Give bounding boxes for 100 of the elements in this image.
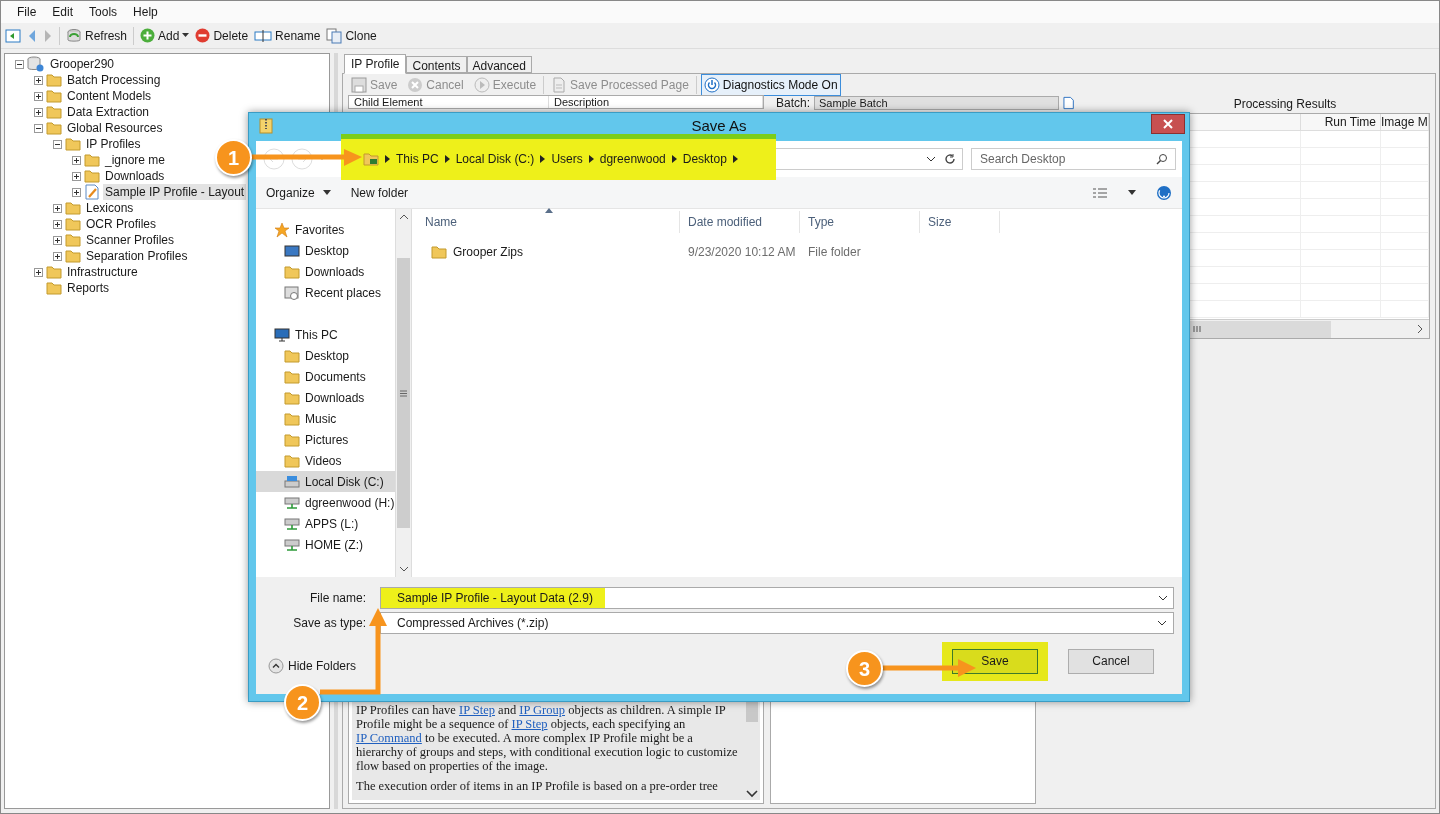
- tree-item[interactable]: Global Resources: [65, 120, 165, 136]
- expand-icon[interactable]: [72, 155, 81, 165]
- breadcrumb[interactable]: This PC: [396, 150, 439, 168]
- help-icon[interactable]: [1156, 184, 1172, 201]
- tree-item[interactable]: _ignore me: [103, 152, 168, 168]
- nav-item[interactable]: Music: [256, 408, 395, 429]
- dialog-button[interactable]: Save: [952, 648, 1038, 674]
- chevron-right-icon[interactable]: [540, 155, 546, 163]
- column-header[interactable]: Child Element: [349, 96, 549, 108]
- tree-item[interactable]: Batch Processing: [65, 72, 163, 88]
- nav-group[interactable]: This PC: [295, 325, 338, 344]
- expand-icon[interactable]: [53, 203, 62, 213]
- file-name[interactable]: Grooper Zips: [453, 243, 524, 261]
- chevron-right-icon[interactable]: [671, 155, 677, 163]
- column-header[interactable]: Type: [800, 211, 920, 233]
- chevron-right-icon[interactable]: [732, 155, 738, 163]
- save-as-type-dropdown[interactable]: Compressed Archives (*.zip): [380, 612, 1174, 634]
- tab[interactable]: IP Profile: [344, 54, 407, 74]
- nav-item[interactable]: APPS (L:): [256, 513, 395, 534]
- chevron-right-icon[interactable]: [444, 155, 450, 163]
- menu-item[interactable]: File: [9, 3, 45, 21]
- link[interactable]: IP Group: [519, 703, 565, 717]
- clone-button[interactable]: Clone: [326, 26, 377, 45]
- window-icon[interactable]: [5, 27, 21, 44]
- search-field[interactable]: Search Desktop: [971, 148, 1176, 170]
- expand-icon[interactable]: [53, 251, 62, 261]
- expand-icon[interactable]: [34, 267, 43, 277]
- tab[interactable]: Contents: [406, 56, 467, 73]
- tree-item[interactable]: IP Profiles: [84, 136, 143, 152]
- toolbar-button[interactable]: New folder: [350, 183, 409, 202]
- expand-icon[interactable]: [72, 187, 81, 197]
- nav-item[interactable]: Documents: [256, 366, 395, 387]
- tree-item[interactable]: Content Models: [65, 88, 154, 104]
- nav-group[interactable]: Favorites: [295, 220, 345, 239]
- link[interactable]: IP Step: [459, 703, 495, 717]
- add-button[interactable]: Add: [140, 26, 190, 45]
- toolbar-button[interactable]: Organize: [266, 183, 331, 202]
- power-button[interactable]: Diagnostics Mode On: [700, 73, 841, 96]
- chevron-right-icon[interactable]: [588, 155, 594, 163]
- nav-item[interactable]: dgreenwood (H:): [256, 492, 395, 513]
- tab[interactable]: Advanced: [466, 56, 532, 73]
- column-header[interactable]: Description: [549, 96, 763, 108]
- nav-item[interactable]: Recent places: [256, 282, 395, 303]
- column-header[interactable]: Date modified: [680, 211, 800, 233]
- menu-item[interactable]: Help: [125, 3, 166, 21]
- expand-icon[interactable]: [34, 107, 43, 117]
- scrollbar[interactable]: [395, 209, 412, 577]
- tree-item[interactable]: Downloads: [103, 168, 167, 184]
- refresh-icon[interactable]: [944, 153, 956, 165]
- tree-item[interactable]: Grooper290: [48, 56, 117, 72]
- breadcrumb[interactable]: dgreenwood: [599, 150, 666, 168]
- nav-item[interactable]: Downloads: [256, 387, 395, 408]
- tree-item[interactable]: Scanner Profiles: [84, 232, 177, 248]
- nav-item[interactable]: Downloads: [256, 261, 395, 282]
- document-icon[interactable]: [1062, 96, 1074, 110]
- expand-icon[interactable]: [34, 91, 43, 101]
- chevron-right-icon[interactable]: [1415, 323, 1425, 335]
- collapse-icon[interactable]: [34, 123, 43, 133]
- tree-item[interactable]: Separation Profiles: [84, 248, 190, 264]
- scrollbar[interactable]: [743, 700, 760, 800]
- search-icon[interactable]: [1156, 153, 1168, 165]
- breadcrumb[interactable]: Desktop: [682, 150, 727, 168]
- tree-item[interactable]: Data Extraction: [65, 104, 152, 120]
- nav-item[interactable]: Desktop: [256, 345, 395, 366]
- nav-item[interactable]: Pictures: [256, 429, 395, 450]
- delete-button[interactable]: Delete: [195, 26, 249, 45]
- nav-item[interactable]: Desktop: [256, 240, 395, 261]
- menu-item[interactable]: Tools: [81, 3, 126, 21]
- nav-item[interactable]: Videos: [256, 450, 395, 471]
- refresh-button[interactable]: Refresh: [66, 26, 128, 45]
- nav-item[interactable]: Local Disk (C:): [256, 471, 395, 492]
- chevron-up-icon[interactable]: [398, 213, 409, 221]
- column-header[interactable]: Name: [417, 211, 680, 233]
- link[interactable]: IP Step: [511, 717, 548, 731]
- tree-item[interactable]: Reports: [65, 280, 112, 296]
- batch-dropdown[interactable]: Sample Batch: [814, 96, 1059, 110]
- dialog-button[interactable]: Cancel: [1068, 648, 1154, 674]
- column-header[interactable]: Image M: [1381, 115, 1428, 129]
- tree-item[interactable]: Lexicons: [84, 200, 136, 216]
- link[interactable]: IP Command: [356, 731, 422, 745]
- scroll-thumb[interactable]: [397, 258, 410, 528]
- tree-item[interactable]: Infrastructure: [65, 264, 140, 280]
- tree-item[interactable]: OCR Profiles: [84, 216, 158, 232]
- tree-item[interactable]: Sample IP Profile - Layout: [103, 184, 247, 200]
- hide-folders-button[interactable]: Hide Folders: [260, 657, 357, 675]
- close-button[interactable]: [1151, 114, 1185, 134]
- expand-icon[interactable]: [34, 75, 43, 85]
- breadcrumb[interactable]: Users: [551, 150, 583, 168]
- column-header[interactable]: Size: [920, 211, 1000, 233]
- nav-item[interactable]: HOME (Z:): [256, 534, 395, 555]
- collapse-icon[interactable]: [15, 59, 24, 69]
- file-name-field[interactable]: Sample IP Profile - Layout Data (2.9): [380, 587, 1174, 609]
- scroll-thumb[interactable]: [745, 702, 758, 722]
- chevron-right-icon[interactable]: [385, 155, 390, 163]
- expand-icon[interactable]: [72, 171, 81, 181]
- expand-icon[interactable]: [53, 235, 62, 245]
- rename-button[interactable]: Rename: [254, 26, 321, 45]
- expand-icon[interactable]: [53, 219, 62, 229]
- breadcrumb[interactable]: Local Disk (C:): [455, 150, 535, 168]
- menu-item[interactable]: Edit: [44, 3, 82, 21]
